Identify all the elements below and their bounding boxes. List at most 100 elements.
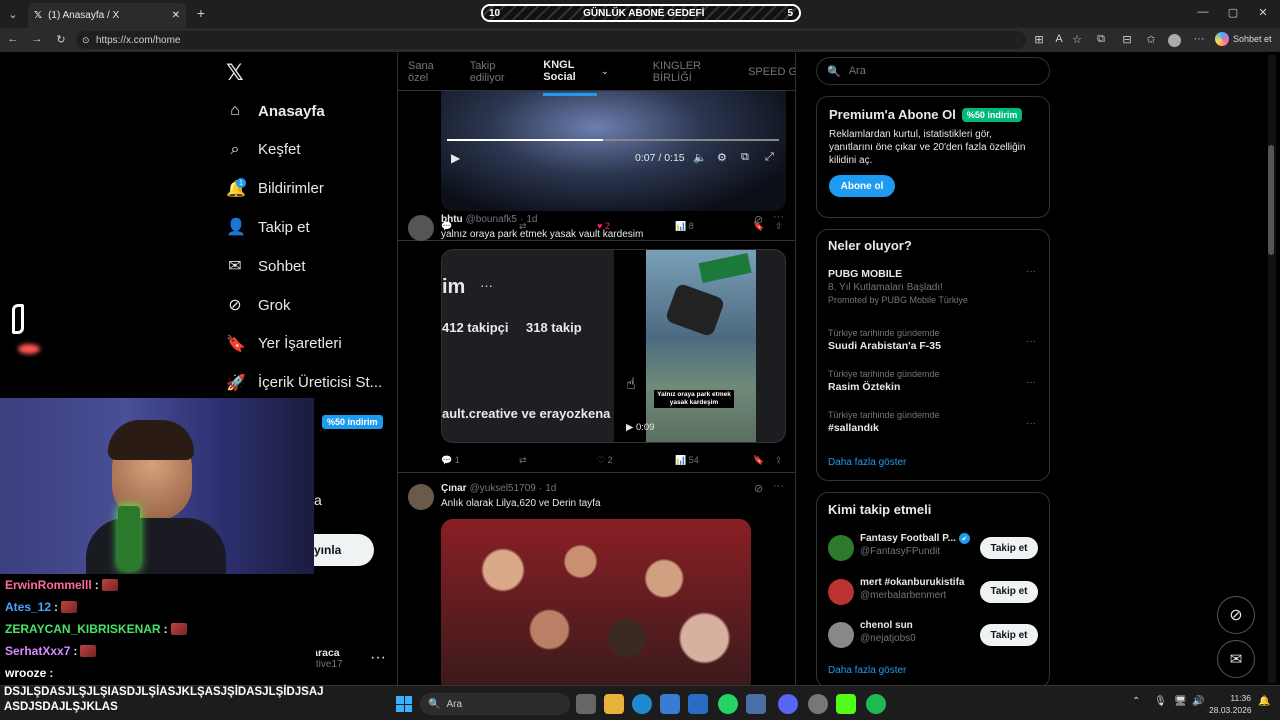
feed-tab-5[interactable]: SPEED G — [748, 66, 795, 78]
notifications-icon[interactable]: 🔔 — [1258, 696, 1270, 707]
mail-icon[interactable] — [688, 694, 708, 714]
tweet-3-avatar[interactable] — [408, 484, 434, 510]
app-icon[interactable]: ⊞ — [1032, 33, 1046, 46]
tweet-3-time[interactable]: 1d — [545, 483, 556, 494]
favorite-icon[interactable]: ☆ — [1070, 33, 1084, 46]
suggestion-avatar[interactable] — [828, 578, 854, 605]
repost-icon[interactable]: ⇄ — [519, 455, 527, 466]
feed-tab-1[interactable]: Sana özel — [408, 60, 448, 84]
follow-suggestion[interactable]: mert #okanburukistifa @merbalarbenmert Tak… — [828, 577, 1040, 607]
app-icon[interactable] — [808, 694, 828, 714]
tweet-3[interactable]: Çınar @yuksel51709 · 1d ⊘ ··· Anlık olar… — [398, 474, 795, 685]
chat-username[interactable]: Ates_12 — [5, 600, 51, 614]
spotify-icon[interactable] — [866, 694, 886, 714]
grok-float-icon[interactable]: ⊘ — [1217, 596, 1255, 634]
chat-username[interactable]: wrooze — [5, 666, 46, 680]
tweet-2-time[interactable]: 1d — [526, 214, 537, 225]
like-button[interactable]: ♡ 2 — [597, 455, 613, 466]
tweet-3-more-icon[interactable]: ··· — [773, 480, 784, 492]
suggestion-avatar[interactable] — [828, 535, 854, 561]
maximize-icon[interactable]: ▢ — [1226, 6, 1240, 19]
trend-item[interactable]: Türkiye tarihinde gündemde Rasim Öztekin ·… — [828, 369, 1038, 393]
minimize-icon[interactable]: — — [1196, 6, 1210, 18]
network-icon[interactable]: 🖥 — [1174, 696, 1187, 707]
forward-icon[interactable]: → — [30, 33, 44, 45]
split-icon[interactable]: ⊟ — [1120, 33, 1134, 46]
scrollbar-thumb[interactable] — [1268, 145, 1274, 255]
tweet-2[interactable]: bhtu @bounafk5 · 1d ⊘ ··· yalnız oraya p… — [398, 205, 795, 473]
tweet-3-image[interactable] — [441, 519, 751, 685]
mic-icon[interactable]: 🎙 — [1154, 696, 1167, 707]
store-icon[interactable] — [660, 694, 680, 714]
sidebar-item-2[interactable]: ⌕ Keşfet — [226, 135, 301, 165]
whatsapp-icon[interactable] — [718, 694, 738, 714]
chat-username[interactable]: SerhatXxx7 — [5, 644, 70, 658]
edge-icon[interactable] — [632, 694, 652, 714]
start-icon[interactable] — [396, 696, 412, 712]
sidebar-item-8[interactable]: 🚀 İçerik Üreticisi St... — [226, 368, 382, 398]
trend-more-icon[interactable]: ··· — [1026, 418, 1036, 429]
new-tab-icon[interactable]: + — [193, 5, 209, 21]
copilot-button[interactable]: Sohbet et — [1215, 32, 1272, 46]
tweet-3-handle[interactable]: @yuksel51709 — [470, 483, 536, 494]
sidebar-item-1[interactable]: ⌂ Anasayfa — [226, 96, 325, 126]
sidebar-item-5[interactable]: ✉ Sohbet — [226, 251, 305, 281]
x-logo[interactable]: 𝕏 — [226, 60, 244, 86]
profile-avatar[interactable] — [1168, 34, 1181, 47]
app-icon[interactable] — [746, 694, 766, 714]
sidebar-item-4[interactable]: 👤 Takip et — [226, 212, 310, 242]
task-view-icon[interactable] — [576, 694, 596, 714]
video-player-1[interactable]: ▶ 0:07 / 0:15 🔈 ⚙ ⧉ ⤢ — [441, 91, 786, 211]
messages-float-icon[interactable]: ✉ — [1217, 640, 1255, 678]
grok-tweet-icon[interactable]: ⊘ — [754, 213, 763, 226]
tweet-3-author[interactable]: Çınar — [441, 483, 467, 494]
tweet-2-avatar[interactable] — [408, 215, 434, 241]
follow-suggestion[interactable]: chenol sun @nejatjobs0 Takip et — [828, 620, 1040, 650]
trend-more-icon[interactable]: ··· — [1026, 336, 1036, 347]
url-field[interactable]: ⊙ https://x.com/home — [76, 31, 1026, 49]
taskbar-search[interactable]: 🔍 Ara — [420, 693, 570, 715]
tweet-2-video[interactable]: im ··· 412 takipçi 318 takip ault.creati… — [441, 249, 786, 443]
chat-username[interactable]: ErwinRommelll — [5, 578, 92, 592]
trend-item[interactable]: PUBG MOBILE 8. Yıl Kutlamaları Başladı! Pr… — [828, 266, 1038, 305]
grok-tweet-icon[interactable]: ⊘ — [754, 482, 763, 495]
tweet-2-more-icon[interactable]: ··· — [773, 211, 784, 223]
close-tab-icon[interactable]: ✕ — [172, 10, 180, 21]
bookmark-icon[interactable]: 🔖 — [753, 455, 764, 466]
read-aloud-icon[interactable]: A — [1052, 33, 1066, 45]
feed-tab-2[interactable]: Takip ediliyor — [470, 60, 522, 84]
discord-icon[interactable] — [778, 694, 798, 714]
more-icon[interactable]: ··· — [1192, 33, 1206, 45]
sidebar-item-6[interactable]: ⊘ Grok — [226, 290, 290, 320]
close-window-icon[interactable]: ✕ — [1256, 6, 1270, 19]
site-info-icon[interactable]: ⊙ — [82, 35, 90, 46]
trend-item[interactable]: Türkiye tarihinde gündemde Suudi Arabista… — [828, 328, 1038, 352]
account-more-icon[interactable]: ··· — [370, 649, 386, 667]
tray-chevron-icon[interactable]: ⌃ — [1132, 696, 1140, 707]
trends-show-more[interactable]: Daha fazla göster — [828, 457, 906, 468]
follow-suggestion[interactable]: Fantasy Football P... ✔ @FantasyFPundit Tak… — [828, 533, 1040, 563]
fullscreen-icon[interactable]: ⤢ — [765, 151, 774, 164]
trend-more-icon[interactable]: ··· — [1026, 266, 1036, 277]
feed-tab-4[interactable]: KINGLER BİRLİĞİ — [653, 60, 726, 84]
play-icon[interactable]: ▶ — [451, 151, 460, 165]
chat-username[interactable]: ZERAYCAN_KIBRISKENAR — [5, 622, 161, 636]
who-show-more[interactable]: Daha fazla göster — [828, 665, 906, 676]
refresh-icon[interactable]: ↻ — [54, 33, 68, 46]
follow-button[interactable]: Takip et — [980, 537, 1038, 559]
tab-menu-icon[interactable]: ⌄ — [6, 7, 20, 21]
collections-icon[interactable]: ✩ — [1144, 33, 1158, 46]
video-progress-track[interactable] — [447, 139, 779, 141]
clock[interactable]: 11:36 28.03.2026 — [1209, 692, 1252, 716]
follow-button[interactable]: Takip et — [980, 580, 1038, 603]
trend-more-icon[interactable]: ··· — [1026, 377, 1036, 388]
trend-item[interactable]: Türkiye tarihinde gündemde #sallandık ··· — [828, 410, 1038, 434]
reply-button[interactable]: 💬 1 — [441, 455, 460, 466]
scrollbar[interactable] — [1268, 55, 1276, 683]
volume-icon[interactable]: 🔈 — [693, 151, 707, 164]
settings-icon[interactable]: ⚙ — [717, 151, 727, 164]
share-icon[interactable]: ⇪ — [775, 455, 783, 466]
views-button[interactable]: 📊 54 — [675, 455, 699, 466]
tweet-2-author[interactable]: bhtu — [441, 214, 463, 225]
extensions-icon[interactable]: ⧉ — [1094, 33, 1108, 46]
